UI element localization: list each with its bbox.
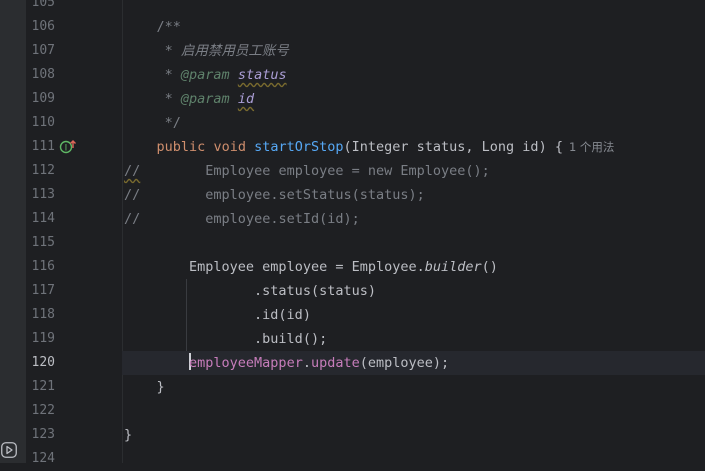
line-number: 109 bbox=[31, 91, 55, 106]
javadoc-param-name: status bbox=[237, 67, 287, 83]
code-line[interactable]: * @param id bbox=[124, 87, 705, 111]
code-text: () bbox=[481, 259, 498, 275]
code-editor[interactable]: 105 106 107 108 109 110 111 112 113 114 … bbox=[0, 0, 705, 466]
code-text: } bbox=[156, 379, 165, 395]
line-number: 108 bbox=[31, 67, 55, 82]
javadoc-param-name: id bbox=[237, 91, 255, 107]
javadoc-tag: @param bbox=[180, 67, 230, 83]
doc-comment-open: /** bbox=[156, 19, 181, 35]
line-comment-marker: // bbox=[124, 187, 141, 203]
line-number: 121 bbox=[31, 379, 55, 394]
code-line[interactable]: .id(id) bbox=[124, 303, 705, 327]
line-number: 119 bbox=[31, 331, 55, 346]
code-text: (employee); bbox=[359, 355, 450, 371]
line-number: 113 bbox=[31, 187, 55, 202]
usage-hint[interactable]: 1 个用法 bbox=[569, 140, 614, 154]
line-number-current: 120 bbox=[31, 355, 55, 370]
run-icon[interactable] bbox=[1, 442, 17, 458]
javadoc-tag: @param bbox=[180, 91, 230, 107]
code-text: . bbox=[302, 355, 311, 371]
code-line[interactable]: // Employee employee = new Employee(); bbox=[124, 159, 705, 183]
code-line[interactable]: // employee.setStatus(status); bbox=[124, 183, 705, 207]
code-line[interactable]: * @param status bbox=[124, 63, 705, 87]
code-line[interactable]: /** bbox=[124, 15, 705, 39]
doc-comment-close: */ bbox=[164, 115, 181, 131]
doc-comment-star: * bbox=[164, 43, 181, 59]
line-number: 123 bbox=[31, 427, 55, 442]
commented-code: employee.setStatus(status); bbox=[205, 187, 425, 203]
svg-text:I: I bbox=[65, 144, 68, 154]
doc-comment-text: 启用禁用员工账号 bbox=[180, 43, 289, 59]
commented-code: employee.setId(id); bbox=[205, 211, 360, 227]
line-number: 106 bbox=[31, 19, 55, 34]
code-line[interactable]: */ bbox=[124, 111, 705, 135]
code-text: .status(status) bbox=[254, 283, 376, 299]
method-signature: (Integer status, Long id) { bbox=[343, 139, 563, 155]
code-line[interactable]: Employee employee = Employee.builder() bbox=[124, 255, 705, 279]
code-line[interactable]: * 启用禁用员工账号 bbox=[124, 39, 705, 63]
code-text: .build(); bbox=[254, 331, 328, 347]
line-comment-marker: // bbox=[124, 163, 141, 179]
code-line[interactable]: } bbox=[124, 375, 705, 399]
code-text: } bbox=[124, 427, 133, 443]
line-number: 118 bbox=[31, 307, 55, 322]
tool-window-strip bbox=[0, 0, 26, 463]
line-number: 112 bbox=[31, 163, 55, 178]
commented-code: Employee employee = new Employee(); bbox=[205, 163, 490, 179]
static-method-call: builder bbox=[424, 259, 482, 275]
gutter-divider bbox=[122, 0, 123, 463]
doc-comment-star: * bbox=[164, 91, 181, 107]
field-reference: employeeMapper bbox=[189, 355, 303, 371]
line-number: 114 bbox=[31, 211, 55, 226]
implementation-override-icon[interactable]: I bbox=[59, 139, 77, 155]
code-line[interactable]: public void startOrStop(Integer status, … bbox=[124, 135, 705, 159]
keyword: public bbox=[156, 139, 206, 155]
line-number: 110 bbox=[31, 115, 55, 130]
code-line[interactable]: } bbox=[124, 423, 705, 447]
code-text: Employee employee = Employee. bbox=[189, 259, 425, 275]
line-number: 107 bbox=[31, 43, 55, 58]
code-line[interactable]: // employee.setId(id); bbox=[124, 207, 705, 231]
line-number: 111 bbox=[31, 139, 55, 154]
code-line[interactable]: .status(status) bbox=[124, 279, 705, 303]
code-line-current[interactable]: employeeMapper.update(employee); bbox=[124, 351, 705, 375]
line-number: 116 bbox=[31, 259, 55, 274]
line-number: 122 bbox=[31, 403, 55, 418]
line-comment-marker: // bbox=[124, 211, 141, 227]
line-number: 115 bbox=[31, 235, 55, 250]
method-name: startOrStop bbox=[254, 139, 344, 155]
line-number: 124 bbox=[31, 451, 55, 466]
method-call: update bbox=[310, 355, 360, 371]
code-text: .id(id) bbox=[254, 307, 311, 323]
line-number: 117 bbox=[31, 283, 55, 298]
code-line[interactable]: .build(); bbox=[124, 327, 705, 351]
keyword: void bbox=[213, 139, 246, 155]
doc-comment-star: * bbox=[164, 67, 181, 83]
line-number: 105 bbox=[31, 0, 55, 10]
